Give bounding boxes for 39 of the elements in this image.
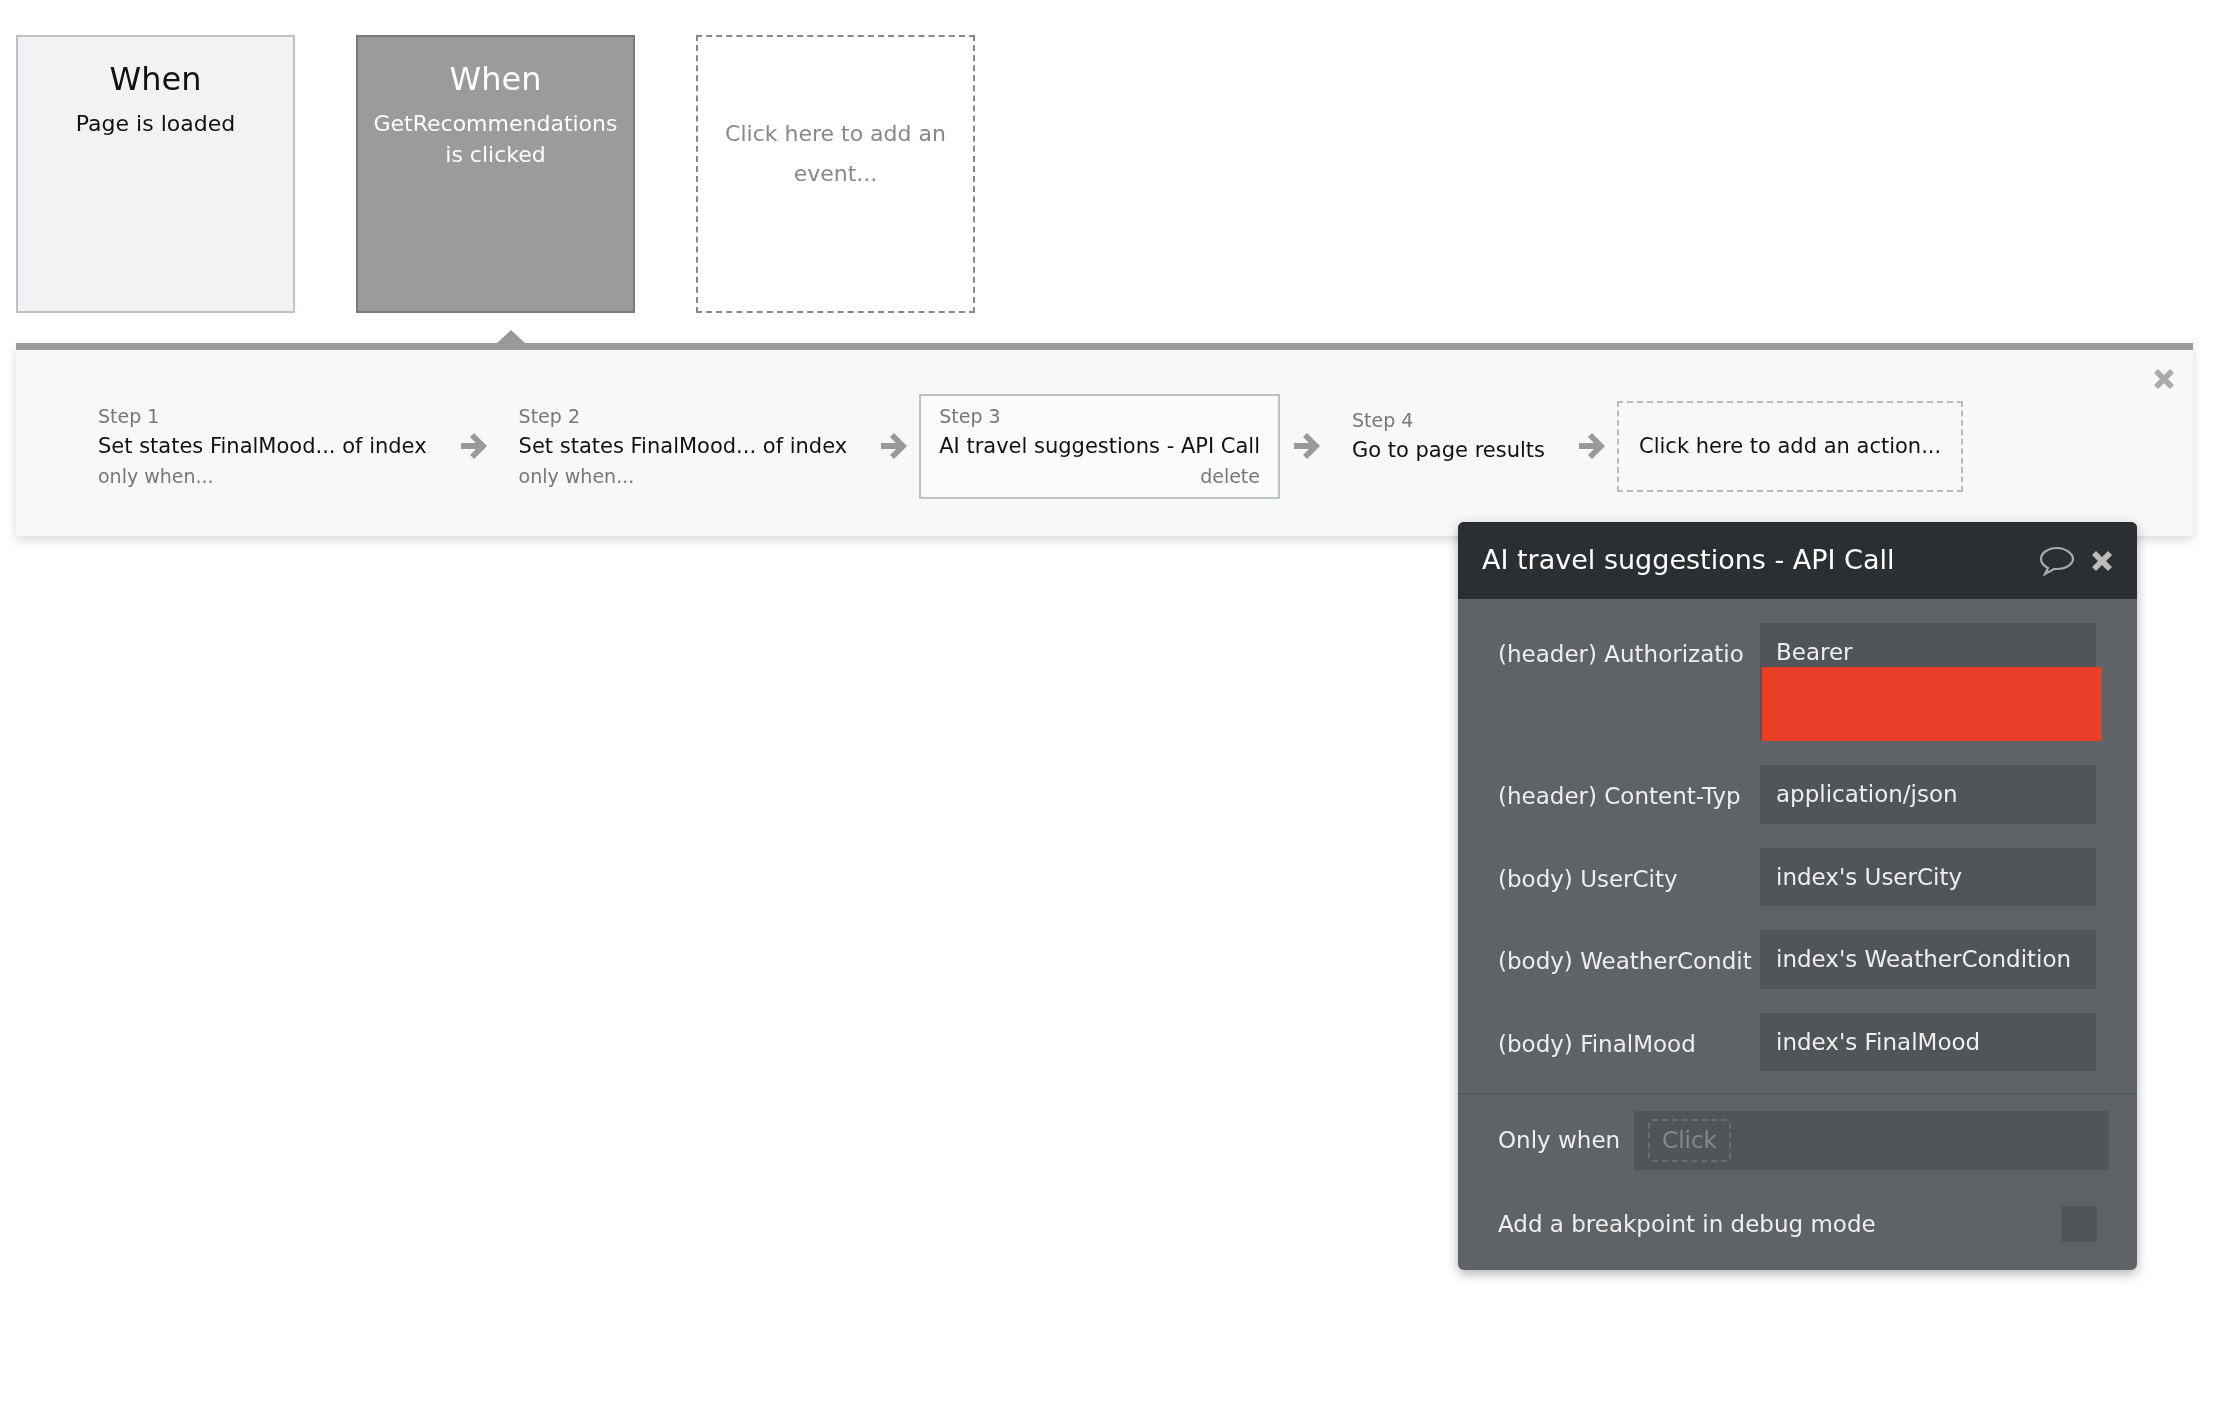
event-trigger: GetRecommendations is clicked — [372, 110, 619, 169]
value-field[interactable]: application/json — [1760, 765, 2096, 824]
step-title: AI travel suggestions - API Call — [939, 432, 1260, 460]
condition-link[interactable]: only when... — [98, 462, 427, 491]
arrow-icon — [1292, 433, 1320, 460]
arrow-icon — [1577, 433, 1605, 460]
arrow-icon — [458, 433, 487, 460]
field-label: (header) Authorizatio — [1498, 640, 1745, 669]
value-field[interactable]: index's WeatherCondition — [1760, 930, 2096, 989]
arrow-icon — [879, 433, 908, 460]
event-title: When — [108, 59, 203, 100]
delete-link[interactable]: delete — [939, 462, 1260, 491]
step-label: Step 1 — [98, 404, 161, 429]
step-title: Set states FinalMood... of index — [518, 432, 848, 460]
field-label: (body) FinalMood — [1498, 1029, 1697, 1059]
field-label: (body) UserCity — [1498, 864, 1679, 894]
add-event-button[interactable]: Click here to add an event... — [696, 35, 975, 313]
popup-title: AI travel suggestions - API Call — [1482, 543, 1896, 578]
step-card[interactable]: Step 4 Go to page results — [1332, 398, 1565, 495]
step-card[interactable]: Step 3 AI travel suggestions - API Call delete — [919, 394, 1280, 499]
value-field[interactable]: index's UserCity — [1760, 847, 2096, 906]
event-trigger: Page is loaded — [74, 110, 237, 138]
step-card[interactable]: Step 2 Set states FinalMood... of index only when... — [498, 394, 868, 499]
step-title: Set states FinalMood... of index — [98, 432, 427, 460]
field-label: (header) Content-Typ — [1498, 782, 1742, 811]
step-label: Step 3 — [939, 404, 1002, 429]
add-action-button[interactable]: Click here to add an action... — [1617, 400, 1964, 492]
step-title: Go to page results — [1352, 436, 1545, 464]
event-title: When — [448, 59, 543, 100]
event-card[interactable]: When Page is loaded — [16, 35, 295, 313]
breakpoint-label: Add a breakpoint in debug mode — [1498, 1209, 1877, 1239]
step-label: Step 4 — [1352, 408, 1415, 434]
step-label: Step 2 — [518, 404, 581, 429]
step-card[interactable]: Step 1 Set states FinalMood... of index only when... — [78, 394, 447, 499]
comment-icon[interactable] — [2039, 545, 2075, 576]
only-when-label: Only when — [1498, 1126, 1621, 1156]
value-field[interactable]: index's FinalMood — [1760, 1012, 2096, 1071]
condition-link[interactable]: only when... — [518, 462, 848, 491]
field-label: (body) WeatherCondit — [1498, 947, 1753, 976]
